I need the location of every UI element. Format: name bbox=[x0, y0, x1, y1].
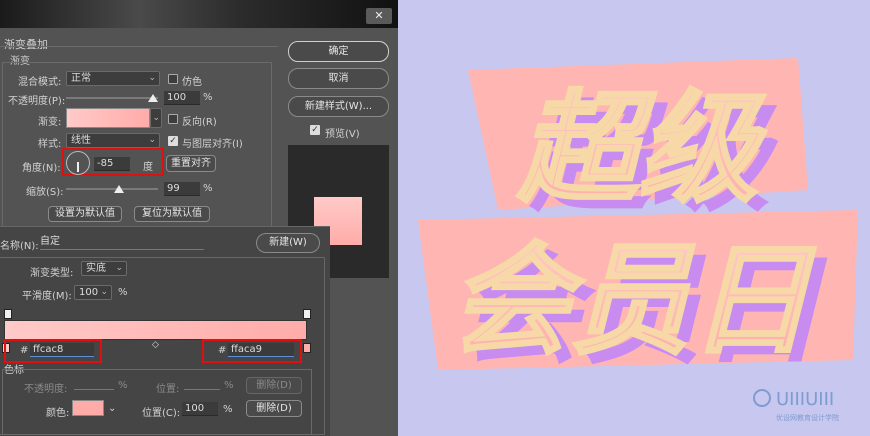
scale-slider-track[interactable] bbox=[66, 188, 158, 190]
angle-unit: 度 bbox=[143, 162, 153, 173]
brand-logo: UIIIUIII 优设网教育设计学院 bbox=[753, 389, 839, 422]
stop-position-label: 位置: bbox=[156, 384, 180, 395]
logo-subtext: 优设网教育设计学院 bbox=[776, 413, 839, 422]
align-label: 与图层对齐(I) bbox=[182, 139, 243, 150]
chevron-down-icon: ⌄ bbox=[148, 135, 156, 145]
opacity-slider-thumb[interactable] bbox=[148, 94, 158, 102]
midpoint-icon[interactable]: ◇ bbox=[152, 340, 159, 350]
gradient-label: 渐变: bbox=[38, 117, 62, 128]
smooth-select[interactable]: 100 ⌄ bbox=[74, 285, 112, 300]
delete-opacity-stop-button[interactable]: 删除(D) bbox=[246, 377, 302, 394]
color-label: 颜色: bbox=[46, 408, 70, 419]
window-titlebar bbox=[0, 0, 398, 28]
blend-mode-select[interactable]: 正常 ⌄ bbox=[66, 71, 160, 86]
headline-line2: 会员日 bbox=[450, 232, 816, 371]
reset-default-button[interactable]: 复位为默认值 bbox=[134, 206, 210, 222]
chevron-down-icon: ⌄ bbox=[100, 287, 108, 297]
preview-label: 预览(V) bbox=[325, 129, 360, 140]
close-button[interactable]: ✕ bbox=[366, 8, 392, 24]
type-value: 实底 bbox=[86, 263, 106, 274]
blend-mode-label: 混合模式: bbox=[18, 77, 62, 88]
new-gradient-button[interactable]: 新建(W) bbox=[256, 233, 320, 253]
layer-style-dialog: 渐变叠加 渐变 混合模式: 正常 ⌄ 仿色 不透明度(P): 100 % 渐变:… bbox=[0, 28, 398, 278]
color-stop-right[interactable] bbox=[303, 343, 311, 353]
opacity-slider-track[interactable] bbox=[66, 97, 158, 99]
gradient-picker-button[interactable]: ⌄ bbox=[150, 108, 162, 128]
new-style-button[interactable]: 新建样式(W)... bbox=[288, 96, 389, 117]
gradient-editor-dialog: 名称(N): 自定 新建(W) 渐变类型: 实底 ⌄ 平滑度(M): 100 ⌄… bbox=[0, 226, 330, 436]
stop-opacity-label: 不透明度: bbox=[24, 384, 68, 395]
dither-checkbox[interactable] bbox=[168, 74, 178, 84]
ok-button[interactable]: 确定 bbox=[288, 41, 389, 62]
hash-symbol: # bbox=[20, 345, 29, 356]
color-position-label: 位置(C): bbox=[142, 408, 181, 419]
gradient-swatch[interactable] bbox=[66, 108, 150, 128]
artwork-svg: 超级 会员日 超级 会员日 UIIIUIII 优设网教育设计学院 bbox=[418, 58, 858, 422]
scale-unit: % bbox=[203, 183, 213, 194]
stop-opacity-unit: % bbox=[118, 380, 128, 391]
artwork-canvas: 超级 会员日 超级 会员日 UIIIUIII 优设网教育设计学院 bbox=[398, 0, 870, 436]
right-hex-input[interactable]: ffaca9 bbox=[228, 343, 294, 357]
bulb-icon bbox=[753, 389, 771, 407]
type-select[interactable]: 实底 ⌄ bbox=[81, 261, 127, 276]
angle-dial[interactable] bbox=[66, 151, 90, 175]
color-position-unit: % bbox=[223, 404, 233, 415]
chevron-down-icon: ⌄ bbox=[148, 73, 156, 83]
name-label: 名称(N): bbox=[0, 241, 39, 252]
dither-label: 仿色 bbox=[182, 77, 202, 88]
stop-opacity-input[interactable] bbox=[74, 389, 114, 390]
reverse-label: 反向(R) bbox=[182, 117, 217, 128]
logo-text: UIIIUIII bbox=[776, 389, 834, 410]
cancel-button[interactable]: 取消 bbox=[288, 68, 389, 89]
type-label: 渐变类型: bbox=[30, 268, 74, 279]
stop-color-swatch[interactable] bbox=[72, 400, 104, 416]
delete-color-stop-button[interactable]: 删除(D) bbox=[246, 400, 302, 417]
color-position-input[interactable]: 100 bbox=[182, 402, 218, 416]
scale-slider-thumb[interactable] bbox=[114, 185, 124, 193]
name-input[interactable]: 自定 bbox=[40, 234, 204, 250]
angle-label: 角度(N): bbox=[22, 163, 61, 174]
section-title: 渐变叠加 bbox=[4, 38, 48, 51]
style-label: 样式: bbox=[38, 139, 62, 150]
stop-position-input[interactable] bbox=[184, 389, 220, 390]
chevron-down-icon[interactable]: ⌄ bbox=[108, 403, 116, 414]
opacity-stop-right[interactable] bbox=[303, 309, 311, 319]
opacity-input[interactable]: 100 bbox=[164, 91, 200, 105]
chevron-down-icon: ⌄ bbox=[152, 113, 160, 123]
opacity-unit: % bbox=[203, 92, 213, 103]
blend-mode-value: 正常 bbox=[71, 73, 91, 84]
smooth-unit: % bbox=[118, 287, 128, 298]
opacity-stop-left[interactable] bbox=[4, 309, 12, 319]
divider bbox=[0, 46, 278, 47]
gradient-bar[interactable] bbox=[4, 320, 307, 340]
left-hex-input[interactable]: ffcac8 bbox=[30, 343, 94, 357]
hash-symbol: # bbox=[218, 345, 227, 356]
style-value: 线性 bbox=[71, 135, 91, 146]
reset-align-button[interactable]: 重置对齐 bbox=[166, 155, 216, 172]
photoshop-panel: ✕ 渐变叠加 渐变 混合模式: 正常 ⌄ 仿色 不透明度(P): 100 % 渐… bbox=[0, 0, 398, 436]
align-checkbox[interactable]: ✓ bbox=[168, 136, 178, 146]
stop-position-unit: % bbox=[224, 380, 234, 391]
chevron-down-icon: ⌄ bbox=[115, 263, 123, 273]
smooth-label: 平滑度(M): bbox=[22, 291, 72, 302]
angle-dial-needle bbox=[77, 162, 79, 172]
opacity-label: 不透明度(P): bbox=[8, 96, 66, 107]
smooth-value: 100 bbox=[79, 287, 99, 298]
scale-input[interactable]: 99 bbox=[164, 182, 200, 196]
scale-label: 缩放(S): bbox=[26, 187, 64, 198]
reverse-checkbox[interactable] bbox=[168, 114, 178, 124]
preview-checkbox[interactable]: ✓ bbox=[310, 125, 320, 135]
angle-input[interactable]: -85 bbox=[94, 157, 130, 171]
headline-line1: 超级 bbox=[516, 80, 767, 219]
set-default-button[interactable]: 设置为默认值 bbox=[48, 206, 122, 222]
style-select[interactable]: 线性 ⌄ bbox=[66, 133, 160, 148]
